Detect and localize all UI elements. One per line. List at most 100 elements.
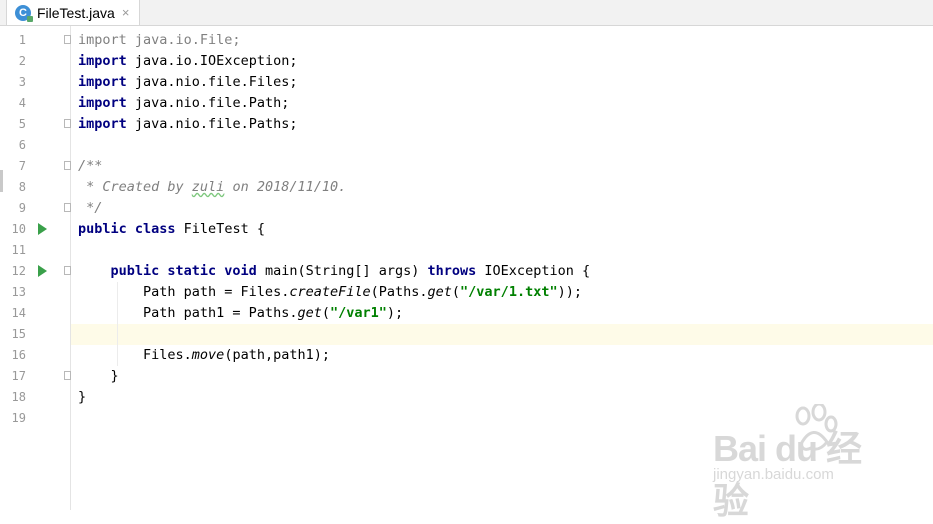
line-number: 6 <box>18 138 26 152</box>
code-line[interactable]: 7 /** <box>0 156 933 177</box>
code-token: import java.io.File; <box>78 32 241 48</box>
code-token: java.nio.file.Files; <box>126 74 298 90</box>
code-line[interactable]: 1 import java.io.File; <box>0 30 933 51</box>
fold-marker-icon[interactable] <box>64 266 71 275</box>
code-line[interactable]: 6 <box>0 135 933 156</box>
line-number: 7 <box>18 159 26 173</box>
code-line[interactable]: 4 import java.nio.file.Path; <box>0 93 933 114</box>
code-token: ); <box>386 305 404 321</box>
code-line[interactable]: 2 import java.io.IOException; <box>0 51 933 72</box>
line-number: 19 <box>11 411 26 425</box>
tab-label: FileTest.java <box>37 4 115 21</box>
code-token: Path path = Files. <box>78 284 290 300</box>
code-text[interactable]: import java.nio.file.Paths; <box>78 114 297 135</box>
code-token: get <box>297 305 322 321</box>
line-number: 9 <box>18 201 26 215</box>
code-line[interactable]: 17 } <box>0 366 933 387</box>
code-token: * Created by <box>78 179 192 195</box>
code-token: public static void <box>110 263 257 279</box>
code-line[interactable]: 13 Path path = Files.createFile(Paths.ge… <box>0 282 933 303</box>
line-number: 4 <box>18 96 26 110</box>
code-line[interactable]: 10 public class FileTest { <box>0 219 933 240</box>
code-token: Files. <box>78 347 192 363</box>
code-line[interactable]: 3 import java.nio.file.Files; <box>0 72 933 93</box>
code-line[interactable]: 9 */ <box>0 198 933 219</box>
code-text[interactable]: import java.nio.file.Files; <box>78 72 297 93</box>
fold-marker-icon[interactable] <box>64 371 71 380</box>
code-token: } <box>78 368 119 384</box>
run-icon[interactable] <box>38 265 47 277</box>
line-number: 10 <box>11 222 26 236</box>
editor-tab-bar: C FileTest.java × <box>0 0 933 26</box>
run-icon[interactable] <box>38 223 47 235</box>
code-text[interactable]: import java.io.File; <box>78 30 241 51</box>
code-text[interactable]: import java.nio.file.Path; <box>78 93 289 114</box>
line-number: 12 <box>11 264 26 278</box>
code-token: import <box>78 74 127 90</box>
code-token: on 2018/11/10. <box>224 179 347 195</box>
code-line[interactable]: 12 public static void main(String[] args… <box>0 261 933 282</box>
code-token: import <box>78 95 127 111</box>
code-token: zuli <box>191 179 225 195</box>
line-number: 11 <box>11 243 26 257</box>
code-token: "/var1" <box>329 305 387 321</box>
code-token: java.io.IOException; <box>126 53 298 69</box>
code-text[interactable]: /** <box>78 156 102 177</box>
code-token: ( <box>451 284 461 300</box>
line-number: 14 <box>11 306 26 320</box>
line-number: 16 <box>11 348 26 362</box>
code-line[interactable]: 14 Path path1 = Paths.get("/var1"); <box>0 303 933 324</box>
line-number: 15 <box>11 327 26 341</box>
code-token: "/var/1.txt" <box>460 284 558 300</box>
line-number: 3 <box>18 75 26 89</box>
line-number: 1 <box>18 33 26 47</box>
watermark-url: jingyan.baidu.com <box>713 466 834 483</box>
code-line[interactable]: 15 <box>12 324 933 345</box>
tab-filetest-java[interactable]: C FileTest.java × <box>6 0 140 25</box>
line-number: 13 <box>11 285 26 299</box>
line-number: 17 <box>11 369 26 383</box>
code-line[interactable]: 8 * Created by zuli on 2018/11/10. <box>0 177 933 198</box>
java-class-icon: C <box>15 4 33 22</box>
code-text[interactable]: * Created by zuli on 2018/11/10. <box>78 177 346 198</box>
code-token: import <box>78 116 127 132</box>
indent-guide <box>117 282 118 366</box>
code-text[interactable]: Path path = Files.createFile(Paths.get("… <box>78 282 582 303</box>
code-token: FileTest { <box>175 221 265 237</box>
line-number: 2 <box>18 54 26 68</box>
code-token: ( <box>321 305 330 321</box>
code-line[interactable]: 16 Files.move(path,path1); <box>0 345 933 366</box>
fold-marker-icon[interactable] <box>64 35 71 44</box>
close-tab-icon[interactable]: × <box>122 5 130 20</box>
code-token: java.nio.file.Path; <box>126 95 290 111</box>
code-text[interactable]: */ <box>78 198 102 219</box>
code-line[interactable]: 5 import java.nio.file.Paths; <box>0 114 933 135</box>
code-token: throws <box>427 263 477 279</box>
code-text[interactable]: import java.io.IOException; <box>78 51 297 72</box>
fold-marker-icon[interactable] <box>64 161 71 170</box>
code-token: */ <box>78 200 103 216</box>
code-text[interactable]: } <box>78 366 119 387</box>
code-token: Path path1 = Paths. <box>78 305 298 321</box>
code-line[interactable]: 11 <box>0 240 933 261</box>
code-token: )); <box>557 284 582 300</box>
code-text[interactable]: Path path1 = Paths.get("/var1"); <box>78 303 403 324</box>
code-token: main(String[] args) <box>256 263 428 279</box>
code-token: } <box>78 389 87 405</box>
code-token: (Paths. <box>370 284 428 300</box>
code-token: IOException { <box>476 263 591 279</box>
fold-marker-icon[interactable] <box>64 203 71 212</box>
fold-marker-icon[interactable] <box>64 119 71 128</box>
code-text[interactable]: public static void main(String[] args) t… <box>78 261 591 282</box>
code-text[interactable]: } <box>78 387 86 408</box>
watermark: Bai du 经验 jingyan.baidu.com <box>713 404 883 521</box>
line-number: 18 <box>11 390 26 404</box>
code-token: public class <box>78 221 176 237</box>
code-token: get <box>427 284 452 300</box>
code-token: java.nio.file.Paths; <box>126 116 298 132</box>
code-text[interactable]: public class FileTest { <box>78 219 265 240</box>
code-text[interactable]: Files.move(path,path1); <box>78 345 330 366</box>
line-number: 5 <box>18 117 26 131</box>
code-token: import <box>78 53 127 69</box>
